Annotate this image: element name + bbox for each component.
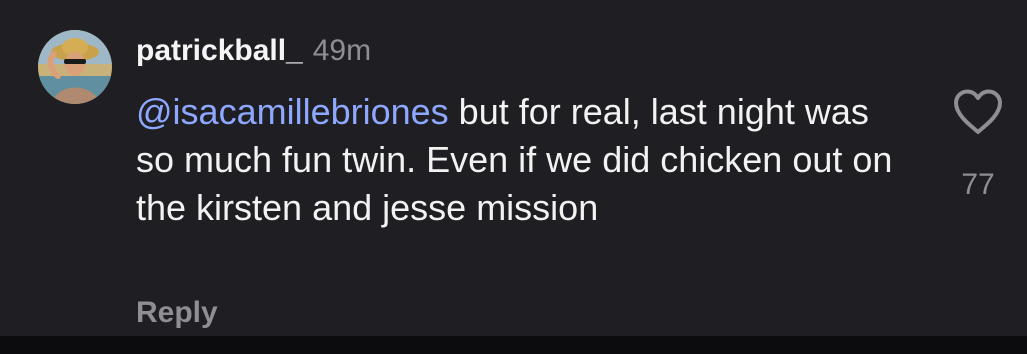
- like-count: 77: [961, 168, 995, 201]
- comment-header: patrickball_ 49m: [136, 34, 371, 74]
- avatar-image: [38, 30, 112, 104]
- comment-text: @isacamillebriones but for real, last ni…: [136, 88, 896, 232]
- mention-link[interactable]: @isacamillebriones: [136, 91, 449, 132]
- avatar[interactable]: [38, 30, 112, 104]
- reply-button[interactable]: Reply: [136, 296, 218, 330]
- bottom-divider: [0, 336, 1027, 354]
- username[interactable]: patrickball_: [136, 34, 303, 68]
- timestamp: 49m: [312, 34, 372, 67]
- heart-outline-icon: [954, 89, 1002, 134]
- like-button[interactable]: [952, 88, 1004, 136]
- comment: patrickball_ 49m @isacamillebriones but …: [0, 0, 1027, 336]
